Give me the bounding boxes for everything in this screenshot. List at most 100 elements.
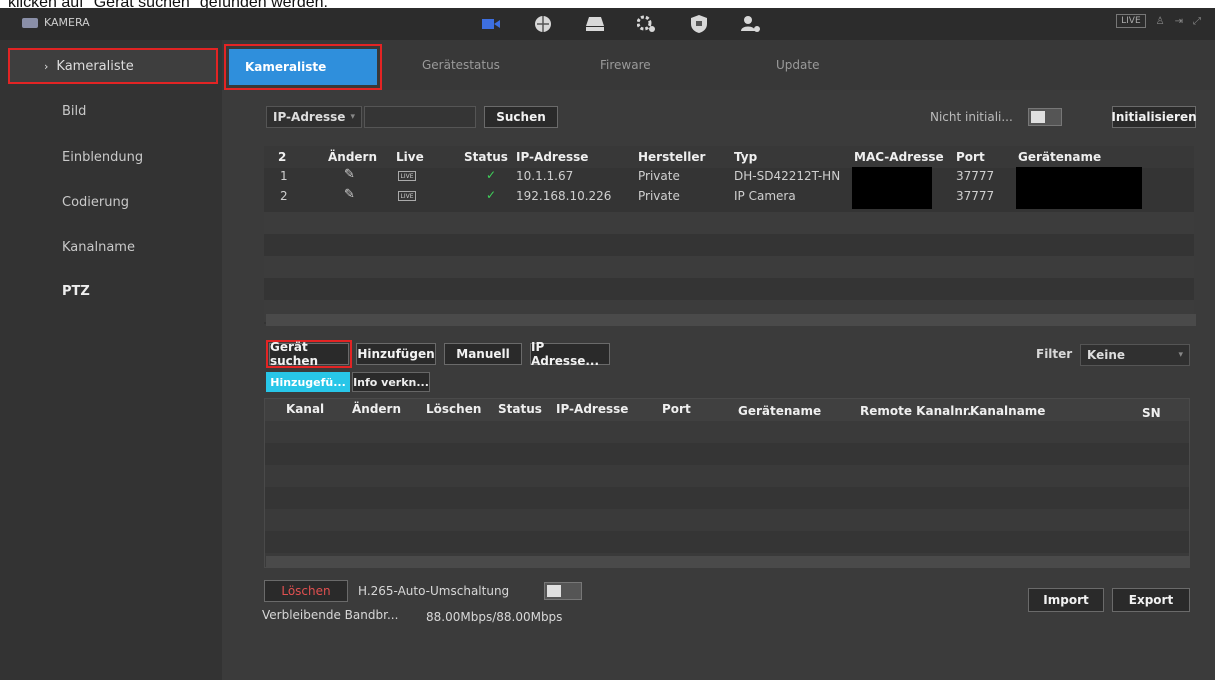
added-device-table: [264, 398, 1190, 568]
filter-label: Filter: [1036, 347, 1073, 361]
sidebar-item-ptz[interactable]: PTZ: [62, 284, 90, 299]
initialize-button[interactable]: Initialisieren: [1111, 106, 1197, 128]
security-icon[interactable]: [688, 13, 710, 35]
logout-icon[interactable]: ⇥: [1175, 16, 1183, 27]
col-status: Status: [464, 150, 508, 164]
col-port: Port: [662, 402, 691, 416]
filter-value: Keine: [1087, 348, 1126, 362]
bandwidth-label: Verbleibende Bandbr...: [262, 608, 399, 622]
not-initialized-toggle[interactable]: [1028, 108, 1062, 126]
ip-address: 10.1.1.67: [516, 169, 574, 183]
tab-kameraliste[interactable]: Kameraliste: [224, 44, 382, 90]
status-ok-icon: ✓: [486, 188, 497, 202]
col-live: Live: [396, 150, 424, 164]
tab-label: Kameraliste: [229, 49, 377, 85]
col-port: Port: [956, 150, 985, 164]
chevron-down-icon: ▾: [1178, 350, 1183, 360]
live-icon[interactable]: LIVE: [398, 191, 416, 201]
col-aendern: Ändern: [328, 150, 378, 164]
added-table-header: [265, 399, 1189, 421]
row-number: 2: [280, 189, 288, 203]
live-button[interactable]: LIVE: [1116, 14, 1146, 28]
bandwidth-value: 88.00Mbps/88.00Mbps: [426, 610, 563, 624]
col-typ: Typ: [734, 150, 758, 164]
camera-brand-icon: [22, 17, 38, 28]
ip-address-button[interactable]: IP Adresse...: [530, 340, 610, 368]
system-settings-icon[interactable]: [636, 13, 658, 35]
col-geraetename: Gerätename: [738, 404, 822, 418]
redacted-device-name: [1016, 167, 1142, 209]
tab-fireware[interactable]: Fireware: [600, 58, 651, 72]
col-sn: SN: [1142, 406, 1161, 420]
horizontal-scrollbar[interactable]: [266, 556, 1190, 568]
nvr-screen: KAMERA LIVE ♙ ⇥ ⤢ › Kameraliste Bild Ein…: [0, 8, 1215, 680]
col-count: 2: [278, 150, 287, 164]
col-kanalname: Kanalname: [970, 404, 1046, 418]
app-title: KAMERA: [44, 16, 90, 29]
col-aendern: Ändern: [352, 402, 402, 416]
top-right-tools: LIVE ♙ ⇥ ⤢: [1116, 14, 1201, 28]
import-button[interactable]: Import: [1028, 588, 1104, 612]
edit-icon[interactable]: ✎: [344, 167, 355, 182]
tab-added-devices[interactable]: Hinzugefü...: [266, 372, 350, 392]
vendor: Private: [638, 169, 680, 183]
account-icon[interactable]: [740, 13, 762, 35]
col-ip: IP-Adresse: [516, 150, 589, 164]
top-menu: [480, 13, 762, 35]
device-type: IP Camera: [734, 189, 796, 203]
manual-button[interactable]: Manuell: [444, 343, 522, 365]
sidebar: › Kameraliste Bild Einblendung Codierung…: [0, 40, 222, 680]
tab-geraetestatus[interactable]: Gerätestatus: [422, 58, 500, 72]
device-type: DH-SD42212T-HN: [734, 169, 841, 183]
tab-info-links[interactable]: Info verkn...: [352, 372, 430, 392]
col-status: Status: [498, 402, 542, 416]
col-ip: IP-Adresse: [556, 402, 629, 416]
search-device-button[interactable]: Gerät suchen: [269, 340, 349, 368]
vendor: Private: [638, 189, 680, 203]
col-mac: MAC-Adresse: [854, 150, 944, 164]
sidebar-item-bild[interactable]: Bild: [62, 104, 86, 119]
sidebar-item-kanalname[interactable]: Kanalname: [62, 240, 135, 255]
chevron-right-icon: ›: [44, 59, 49, 73]
search-type-select[interactable]: IP-Adresse ▾: [266, 106, 362, 128]
horizontal-scrollbar[interactable]: [266, 314, 1196, 326]
search-type-value: IP-Adresse: [273, 110, 346, 124]
col-geraetename: Gerätename: [1018, 150, 1102, 164]
col-remote-kanal: Remote Kanalnr.: [860, 404, 972, 418]
col-loeschen: Löschen: [426, 402, 482, 416]
sidebar-item-einblendung[interactable]: Einblendung: [62, 150, 143, 165]
port: 37777: [956, 169, 995, 183]
add-button[interactable]: Hinzufügen: [356, 343, 436, 365]
live-icon[interactable]: LIVE: [398, 171, 416, 181]
h265-label: H.265-Auto-Umschaltung: [358, 584, 510, 598]
storage-icon[interactable]: [584, 13, 606, 35]
row-number: 1: [280, 169, 288, 183]
delete-button[interactable]: Löschen: [264, 580, 348, 602]
fullscreen-icon[interactable]: ⤢: [1193, 16, 1201, 27]
tab-bar: Kameraliste Gerätestatus Fireware Update: [222, 40, 1215, 90]
h265-toggle[interactable]: [544, 582, 582, 600]
col-hersteller: Hersteller: [638, 150, 706, 164]
edit-icon[interactable]: ✎: [344, 187, 355, 202]
search-input[interactable]: [364, 106, 476, 128]
sidebar-item-kameraliste[interactable]: › Kameraliste: [8, 48, 218, 84]
search-button[interactable]: Suchen: [484, 106, 558, 128]
network-icon[interactable]: [532, 13, 554, 35]
chevron-down-icon: ▾: [350, 112, 355, 122]
export-button[interactable]: Export: [1112, 588, 1190, 612]
status-ok-icon: ✓: [486, 168, 497, 182]
ip-address: 192.168.10.226: [516, 189, 612, 203]
sidebar-item-codierung[interactable]: Codierung: [62, 195, 129, 210]
user-icon[interactable]: ♙: [1156, 16, 1165, 27]
port: 37777: [956, 189, 995, 203]
redacted-mac: [852, 167, 932, 209]
app-brand: KAMERA: [22, 16, 90, 29]
tab-update[interactable]: Update: [776, 58, 819, 72]
filter-select[interactable]: Keine ▾: [1080, 344, 1190, 366]
sidebar-item-label: Kameraliste: [56, 58, 134, 74]
col-kanal: Kanal: [286, 402, 325, 416]
top-bar: KAMERA LIVE ♙ ⇥ ⤢: [0, 8, 1215, 40]
main-panel: Kameraliste Gerätestatus Fireware Update…: [222, 40, 1215, 680]
not-initialized-label: Nicht initiali...: [930, 110, 1013, 124]
camera-icon[interactable]: [480, 13, 502, 35]
